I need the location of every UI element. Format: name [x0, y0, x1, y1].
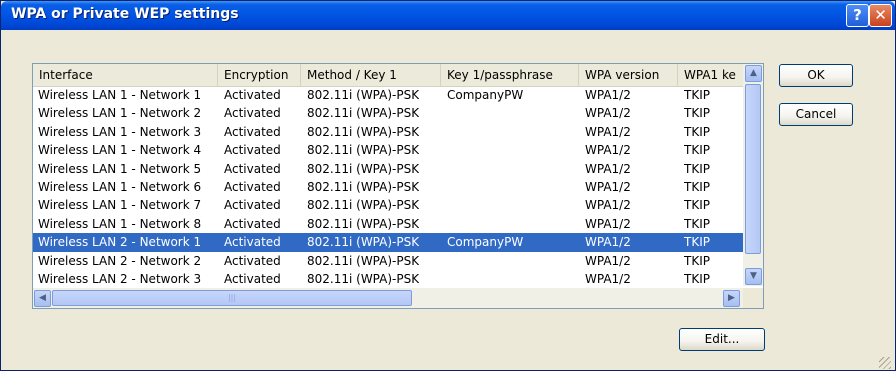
- cell-interface: Wireless LAN 2 - Network 2: [38, 253, 202, 268]
- resize-grip-icon[interactable]: [879, 357, 891, 369]
- vertical-scroll-thumb[interactable]: [745, 84, 761, 254]
- column-header-encryption[interactable]: Encryption: [218, 64, 301, 86]
- table-row[interactable]: Wireless LAN 2 - Network 3 Activated 802.1…: [33, 270, 743, 288]
- cell-method: 802.11i (WPA)-PSK: [307, 161, 420, 176]
- table-row[interactable]: Wireless LAN 1 - Network 5 Activated 802.1…: [33, 160, 743, 178]
- scrollbar-corner: [743, 288, 763, 308]
- cell-key1: CompanyPW: [447, 235, 524, 250]
- cell-interface: Wireless LAN 1 - Network 4: [38, 143, 202, 158]
- ok-button[interactable]: OK: [779, 64, 853, 87]
- column-header-wpa1-key[interactable]: WPA1 ke: [678, 64, 743, 86]
- cell-wpa1-key: TKIP: [684, 106, 710, 121]
- cell-wpa1-key: TKIP: [684, 161, 710, 176]
- cell-wpa1-key: TKIP: [684, 216, 710, 231]
- cell-encryption: Activated: [224, 198, 281, 213]
- cell-encryption: Activated: [224, 271, 281, 286]
- cell-interface: Wireless LAN 2 - Network 3: [38, 271, 202, 286]
- cell-interface: Wireless LAN 1 - Network 8: [38, 216, 202, 231]
- cell-interface: Wireless LAN 1 - Network 5: [38, 161, 202, 176]
- cell-wpa-version: WPA1/2: [585, 106, 631, 121]
- cell-wpa1-key: TKIP: [684, 179, 710, 194]
- table-row[interactable]: Wireless LAN 1 - Network 4 Activated 802.1…: [33, 141, 743, 159]
- cell-method: 802.11i (WPA)-PSK: [307, 253, 420, 268]
- cell-wpa-version: WPA1/2: [585, 235, 631, 250]
- cell-interface: Wireless LAN 1 - Network 2: [38, 106, 202, 121]
- cell-wpa-version: WPA1/2: [585, 124, 631, 139]
- help-icon[interactable]: ?: [846, 4, 869, 27]
- table-row[interactable]: Wireless LAN 1 - Network 8 Activated 802.1…: [33, 215, 743, 233]
- dialog-window: WPA or Private WEP settings ? ✕ Interfac…: [0, 0, 896, 371]
- cell-wpa1-key: TKIP: [684, 143, 710, 158]
- cell-encryption: Activated: [224, 179, 281, 194]
- table-row[interactable]: Wireless LAN 1 - Network 2 Activated 802.1…: [33, 104, 743, 122]
- cell-method: 802.11i (WPA)-PSK: [307, 106, 420, 121]
- cell-encryption: Activated: [224, 161, 281, 176]
- cell-interface: Wireless LAN 1 - Network 3: [38, 124, 202, 139]
- scroll-left-icon[interactable]: ◀: [34, 290, 51, 307]
- column-header-wpa-version[interactable]: WPA version: [579, 64, 678, 86]
- table-row[interactable]: Wireless LAN 1 - Network 7 Activated 802.1…: [33, 196, 743, 214]
- cell-method: 802.11i (WPA)-PSK: [307, 198, 420, 213]
- cell-interface: Wireless LAN 2 - Network 1: [38, 235, 202, 250]
- cell-wpa-version: WPA1/2: [585, 179, 631, 194]
- cell-wpa-version: WPA1/2: [585, 88, 631, 102]
- horizontal-scroll-thumb[interactable]: |||: [52, 290, 412, 306]
- window-title: WPA or Private WEP settings: [11, 6, 239, 22]
- cell-wpa1-key: TKIP: [684, 235, 710, 250]
- cell-wpa-version: WPA1/2: [585, 253, 631, 268]
- cell-method: 802.11i (WPA)-PSK: [307, 271, 420, 286]
- wpa-settings-table[interactable]: Interface Encryption Method / Key 1 Key …: [32, 63, 764, 309]
- horizontal-scrollbar[interactable]: ◀ ||| ▶: [33, 288, 743, 308]
- cell-method: 802.11i (WPA)-PSK: [307, 216, 420, 231]
- column-header-interface[interactable]: Interface: [33, 64, 218, 86]
- cell-encryption: Activated: [224, 235, 281, 250]
- cell-interface: Wireless LAN 1 - Network 6: [38, 179, 202, 194]
- cell-method: 802.11i (WPA)-PSK: [307, 124, 420, 139]
- cancel-button[interactable]: Cancel: [779, 103, 853, 126]
- cell-wpa1-key: TKIP: [684, 124, 710, 139]
- vertical-scrollbar[interactable]: ▲ ▼: [743, 64, 763, 286]
- table-body: Wireless LAN 1 - Network 1 Activated 802.1…: [33, 86, 743, 288]
- table-row[interactable]: Wireless LAN 2 - Network 1 Activated 802.1…: [33, 233, 743, 252]
- cell-method: 802.11i (WPA)-PSK: [307, 179, 420, 194]
- cell-key1: CompanyPW: [447, 88, 524, 102]
- cell-wpa1-key: TKIP: [684, 198, 710, 213]
- cell-encryption: Activated: [224, 124, 281, 139]
- scroll-right-icon[interactable]: ▶: [723, 290, 740, 307]
- cell-wpa1-key: TKIP: [684, 88, 710, 102]
- cell-encryption: Activated: [224, 106, 281, 121]
- cell-interface: Wireless LAN 1 - Network 7: [38, 198, 202, 213]
- scroll-down-icon[interactable]: ▼: [745, 268, 762, 285]
- close-icon[interactable]: ✕: [869, 4, 892, 27]
- column-header-method[interactable]: Method / Key 1: [301, 64, 441, 86]
- cell-encryption: Activated: [224, 253, 281, 268]
- cell-wpa1-key: TKIP: [684, 253, 710, 268]
- table-row[interactable]: Wireless LAN 1 - Network 6 Activated 802.1…: [33, 178, 743, 196]
- column-header-key1[interactable]: Key 1/passphrase: [441, 64, 579, 86]
- title-bar[interactable]: WPA or Private WEP settings ? ✕: [1, 1, 895, 30]
- table-row[interactable]: Wireless LAN 2 - Network 2 Activated 802.1…: [33, 252, 743, 270]
- cell-encryption: Activated: [224, 143, 281, 158]
- table-row[interactable]: Wireless LAN 1 - Network 3 Activated 802.1…: [33, 123, 743, 141]
- cell-wpa-version: WPA1/2: [585, 198, 631, 213]
- table-row[interactable]: Wireless LAN 1 - Network 1 Activated 802.1…: [33, 86, 743, 104]
- cell-wpa-version: WPA1/2: [585, 161, 631, 176]
- cell-wpa1-key: TKIP: [684, 271, 710, 286]
- cell-wpa-version: WPA1/2: [585, 216, 631, 231]
- cell-wpa-version: WPA1/2: [585, 271, 631, 286]
- cell-encryption: Activated: [224, 216, 281, 231]
- edit-button[interactable]: Edit...: [679, 328, 765, 351]
- cell-encryption: Activated: [224, 88, 281, 102]
- cell-method: 802.11i (WPA)-PSK: [307, 88, 420, 102]
- cell-method: 802.11i (WPA)-PSK: [307, 235, 420, 250]
- table-header: Interface Encryption Method / Key 1 Key …: [33, 64, 743, 87]
- cell-wpa-version: WPA1/2: [585, 143, 631, 158]
- cell-interface: Wireless LAN 1 - Network 1: [38, 88, 202, 102]
- cell-method: 802.11i (WPA)-PSK: [307, 143, 420, 158]
- scroll-up-icon[interactable]: ▲: [745, 65, 762, 82]
